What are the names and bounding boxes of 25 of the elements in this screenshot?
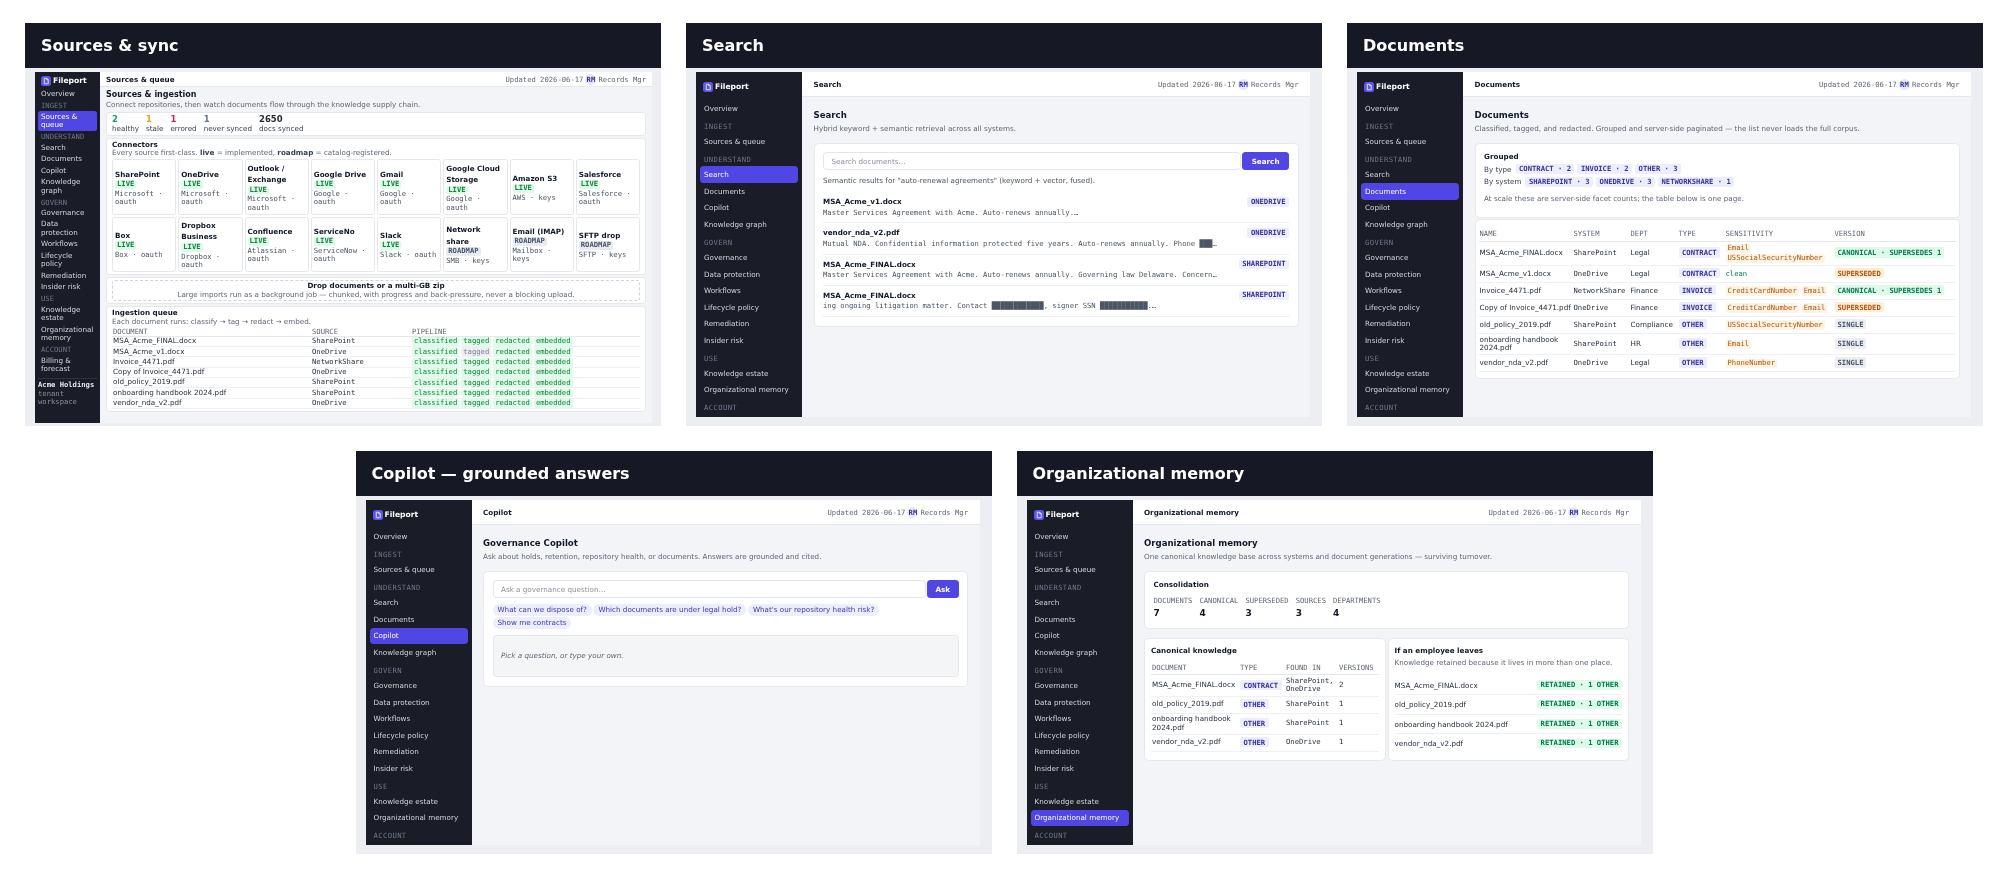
panel-title: Organizational memory [1032, 464, 1245, 483]
stat-value: 2650 [259, 114, 284, 125]
stat-value: 1 [170, 114, 178, 125]
panel-title: Search [702, 36, 764, 55]
document-icon [1033, 510, 1044, 520]
panel-title: Copilot — grounded answers [371, 464, 630, 483]
page-title: Search [813, 109, 848, 120]
stat-value: 4 [1199, 607, 1207, 619]
page-title: Documents [1474, 109, 1530, 120]
stat-value: 1 [203, 114, 211, 125]
panel-title: Documents [1363, 36, 1465, 55]
page-title: Governance Copilot [483, 537, 579, 548]
document-icon [41, 76, 51, 86]
page-title: Sources & ingestion [106, 90, 198, 100]
document-icon [1364, 82, 1374, 92]
page-title: Organizational memory [1144, 537, 1259, 548]
document-icon [372, 510, 383, 520]
stat-value: 1 [146, 114, 153, 125]
stat-value: 7 [1153, 607, 1161, 619]
stat-value: 4 [1333, 607, 1341, 619]
stat-value: 2 [112, 114, 119, 125]
panel-title: Sources & sync [41, 36, 179, 55]
stat-value: 3 [1245, 607, 1253, 619]
document-icon [703, 82, 713, 92]
stat-value: 3 [1295, 607, 1303, 619]
